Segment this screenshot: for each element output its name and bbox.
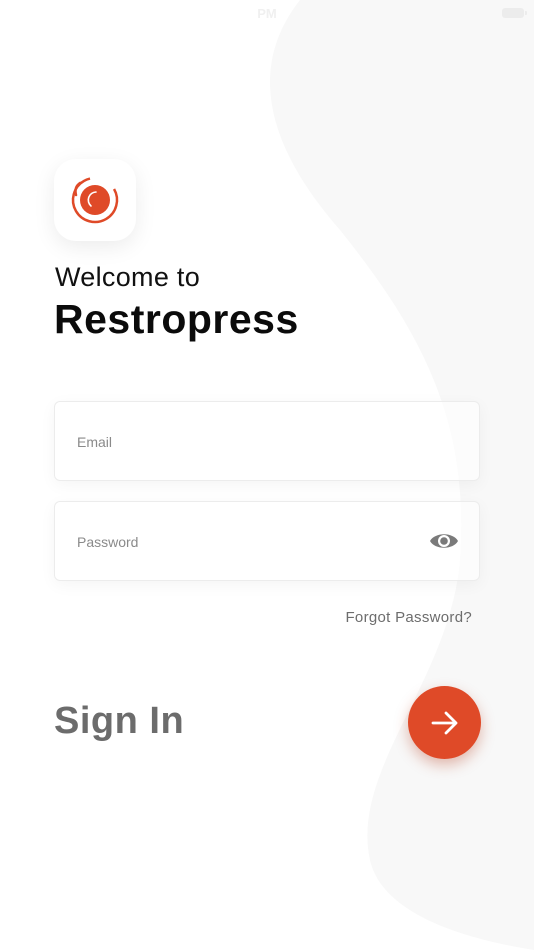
restropress-logo-icon bbox=[71, 176, 119, 224]
status-time: PM bbox=[257, 6, 277, 21]
password-field-container bbox=[54, 501, 480, 582]
forgot-password-link[interactable]: Forgot Password? bbox=[345, 609, 472, 626]
arrow-right-icon bbox=[431, 711, 457, 734]
login-screen: Welcome to Restropress Forgot Password? … bbox=[0, 0, 534, 950]
email-input[interactable] bbox=[75, 402, 419, 482]
password-visibility-toggle[interactable] bbox=[429, 529, 459, 553]
status-bar: PM bbox=[0, 0, 534, 28]
sign-in-label: Sign In bbox=[54, 700, 185, 742]
welcome-text: Welcome to bbox=[55, 262, 201, 292]
app-logo bbox=[54, 159, 136, 241]
sign-in-button[interactable] bbox=[408, 686, 481, 759]
battery-icon bbox=[502, 8, 527, 18]
eye-icon bbox=[430, 534, 458, 548]
password-input[interactable] bbox=[75, 502, 419, 582]
app-title: Restropress bbox=[54, 296, 299, 342]
email-field-container bbox=[54, 401, 480, 482]
